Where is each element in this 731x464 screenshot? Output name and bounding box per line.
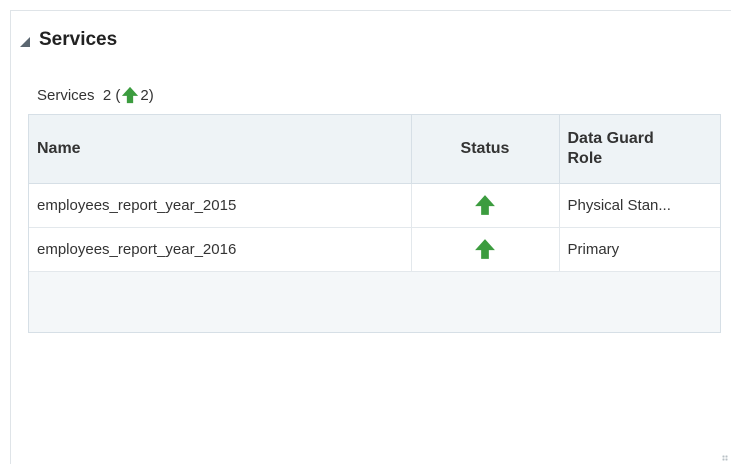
services-table: Name Status Data Guard Role employees_re… bbox=[28, 114, 721, 333]
column-header-status[interactable]: Status bbox=[411, 115, 560, 184]
service-name-cell: employees_report_year_2016 bbox=[29, 227, 412, 272]
service-name-cell: employees_report_year_2015 bbox=[29, 183, 412, 228]
panel-header: Services bbox=[20, 29, 117, 51]
data-guard-role-cell: Physical Stan... bbox=[559, 183, 720, 228]
table-row[interactable]: employees_report_year_2016 Primary bbox=[29, 227, 720, 272]
resize-grip-icon[interactable] bbox=[722, 455, 728, 461]
services-summary: Services 2 ( 2 ) bbox=[37, 86, 154, 104]
summary-count: 2 bbox=[140, 86, 149, 104]
status-cell bbox=[411, 183, 560, 228]
table-header-row: Name Status Data Guard Role bbox=[29, 115, 720, 184]
table-row[interactable]: employees_report_year_2015 Physical Stan… bbox=[29, 183, 720, 228]
up-arrow-icon bbox=[475, 195, 495, 215]
summary-suffix: ) bbox=[148, 86, 154, 104]
data-guard-role-cell: Primary bbox=[559, 227, 720, 272]
collapse-triangle-icon[interactable] bbox=[20, 36, 30, 47]
up-arrow-icon bbox=[475, 239, 495, 259]
up-arrow-icon bbox=[122, 86, 139, 104]
column-header-data-guard-role[interactable]: Data Guard Role bbox=[559, 115, 720, 184]
panel-title: Services bbox=[39, 29, 118, 50]
summary-prefix: Services 2 ( bbox=[37, 86, 121, 104]
column-header-name[interactable]: Name bbox=[29, 115, 412, 184]
status-cell bbox=[411, 227, 560, 272]
